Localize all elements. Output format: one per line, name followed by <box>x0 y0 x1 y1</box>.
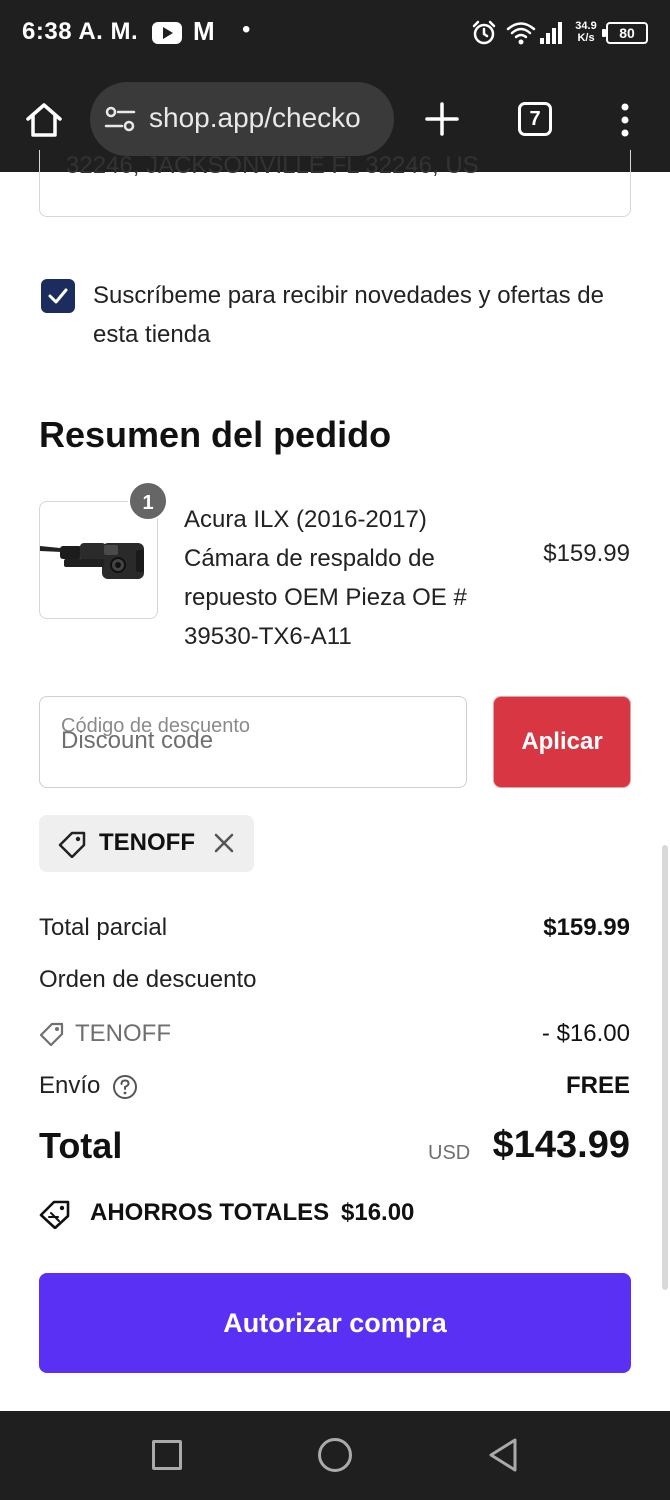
wifi-icon <box>506 22 536 45</box>
discount-value: - $16.00 <box>541 1020 630 1047</box>
gmail-icon: M <box>193 16 215 46</box>
network-speed-unit: K/s <box>577 32 595 44</box>
discount-code-placeholder: Discount code <box>61 727 214 754</box>
back-icon[interactable] <box>487 1437 519 1473</box>
system-navigation-bar <box>0 1411 670 1500</box>
subscribe-label[interactable]: Suscríbeme para recibir novedades y ofer… <box>93 276 633 354</box>
discount-code-input[interactable]: Código de descuento Discount code <box>39 696 467 788</box>
network-speed: 34.9 K/s <box>572 20 600 44</box>
address-bar[interactable]: shop.app/checko <box>90 82 394 156</box>
shipping-value: FREE <box>565 1072 630 1099</box>
home-nav-icon[interactable] <box>318 1438 352 1472</box>
applied-code-text: TENOFF <box>99 829 195 856</box>
more-vert-icon[interactable] <box>618 102 632 138</box>
shipping-address-text: 32246, JACKSONVILLE FL 32246, US <box>66 152 479 179</box>
close-icon[interactable] <box>213 832 235 854</box>
plus-icon[interactable] <box>424 101 460 137</box>
product-name: Acura ILX (2016-2017) Cámara de respaldo… <box>184 506 467 650</box>
shipping-address-field[interactable]: 32246, JACKSONVILLE FL 32246, US <box>39 150 631 217</box>
discount-code-name: TENOFF <box>75 1020 171 1047</box>
status-time: 6:38 A. M. <box>22 18 139 45</box>
tune-icon[interactable] <box>104 105 136 133</box>
quantity-badge: 1 <box>128 481 168 521</box>
total-savings-value: $16.00 <box>341 1199 415 1226</box>
shipping-label: Envío <box>39 1072 101 1099</box>
signal-icon <box>540 22 562 44</box>
total-value: $143.99 <box>492 1124 630 1166</box>
status-bar: 6:38 A. M. M • 34.9 K/s 80 <box>0 0 670 68</box>
applied-code-chip: TENOFF <box>39 815 254 872</box>
checkmark-icon <box>48 288 68 304</box>
youtube-icon <box>152 22 182 44</box>
page-scrollbar[interactable] <box>662 845 668 1290</box>
backup-camera-image <box>40 543 144 579</box>
order-discount-label: Orden de descuento <box>39 966 257 993</box>
authorize-purchase-button[interactable]: Autorizar compra <box>39 1273 631 1373</box>
help-icon[interactable] <box>112 1074 138 1100</box>
savings-tag-icon <box>39 1200 70 1229</box>
product-price: $159.99 <box>543 540 630 567</box>
recents-icon[interactable] <box>152 1440 182 1470</box>
notification-dot-icon: • <box>242 16 251 43</box>
total-savings-label: AHORROS TOTALES <box>90 1199 330 1226</box>
alarm-icon <box>472 20 496 45</box>
tag-icon <box>39 1022 64 1047</box>
order-summary-title: Resumen del pedido <box>39 414 392 455</box>
subtotal-value: $159.99 <box>543 914 630 941</box>
url-text[interactable]: shop.app/checko <box>149 102 389 134</box>
subtotal-label: Total parcial <box>39 914 168 941</box>
tag-icon <box>58 831 86 858</box>
network-speed-value: 34.9 <box>575 20 597 32</box>
currency-code: USD <box>428 1142 471 1164</box>
tabs-icon[interactable]: 7 <box>518 102 552 136</box>
total-label: Total <box>39 1125 123 1166</box>
battery-icon: 80 <box>602 22 648 44</box>
home-icon[interactable] <box>24 100 64 140</box>
subscribe-checkbox[interactable] <box>41 279 75 313</box>
apply-discount-button[interactable]: Aplicar <box>493 696 631 788</box>
